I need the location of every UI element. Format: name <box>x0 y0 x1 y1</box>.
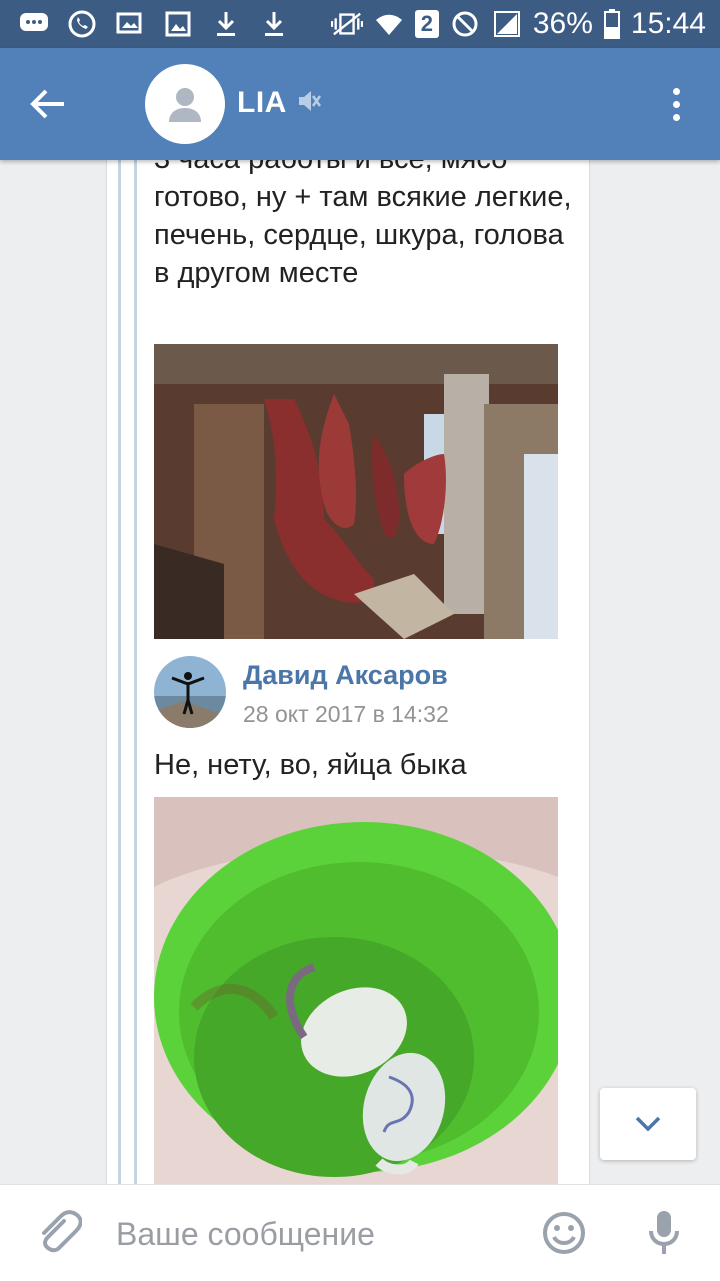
wifi-icon <box>373 8 405 40</box>
whatsapp-icon <box>66 8 98 40</box>
more-menu-button[interactable] <box>660 82 692 126</box>
paperclip-icon <box>42 1210 83 1253</box>
status-bar: 2 36% 15:44 <box>0 0 720 48</box>
sender-avatar[interactable] <box>154 656 226 728</box>
signal-icon <box>491 8 523 40</box>
no-disturb-icon <box>449 8 481 40</box>
chat-title[interactable]: LIA <box>237 86 287 120</box>
scroll-down-button[interactable] <box>600 1088 696 1160</box>
sim-badge: 2 <box>414 10 439 38</box>
attach-button[interactable] <box>34 1209 83 1257</box>
emoji-button[interactable] <box>542 1211 586 1255</box>
more-vertical-icon <box>672 87 680 95</box>
sender-name[interactable]: Давид Аксаров <box>243 660 448 691</box>
meat-carcasses-photo[interactable] <box>154 344 558 639</box>
battery-percent: 36% <box>532 7 593 40</box>
vibrate-icon <box>330 8 363 40</box>
messages-icon <box>18 8 50 40</box>
chevron-down-icon <box>635 1116 661 1132</box>
microphone-icon <box>649 1211 679 1254</box>
message-text: Не, нету, во, яйца быка <box>154 749 467 781</box>
back-button[interactable] <box>22 80 74 128</box>
clock: 15:44 <box>630 7 706 40</box>
chat-avatar[interactable] <box>145 64 225 144</box>
smile-icon <box>543 1212 585 1254</box>
forward-line <box>134 160 137 1190</box>
status-right-icons: 2 36% 15:44 <box>330 6 706 42</box>
photo-msg-icon <box>114 8 146 40</box>
back-arrow-icon <box>30 89 64 119</box>
gallery-icon <box>162 8 194 40</box>
sim-badge-number: 2 <box>420 11 433 36</box>
message-text: 3 часа работы и все, мясо готово, ну + т… <box>154 143 572 289</box>
download-icon <box>210 8 242 40</box>
battery-icon <box>603 8 621 40</box>
download-icon <box>258 8 290 40</box>
voice-record-button[interactable] <box>646 1209 682 1257</box>
green-bowl-photo[interactable] <box>154 797 558 1197</box>
muted-icon <box>296 88 322 119</box>
message-input[interactable] <box>114 1207 518 1261</box>
avatar-placeholder-icon <box>169 88 201 122</box>
message-date: 28 окт 2017 в 14:32 <box>243 701 449 727</box>
status-left-icons <box>18 8 290 40</box>
forward-line <box>118 160 121 1190</box>
message-composer <box>0 1184 720 1281</box>
chat-header: LIA <box>0 48 720 160</box>
